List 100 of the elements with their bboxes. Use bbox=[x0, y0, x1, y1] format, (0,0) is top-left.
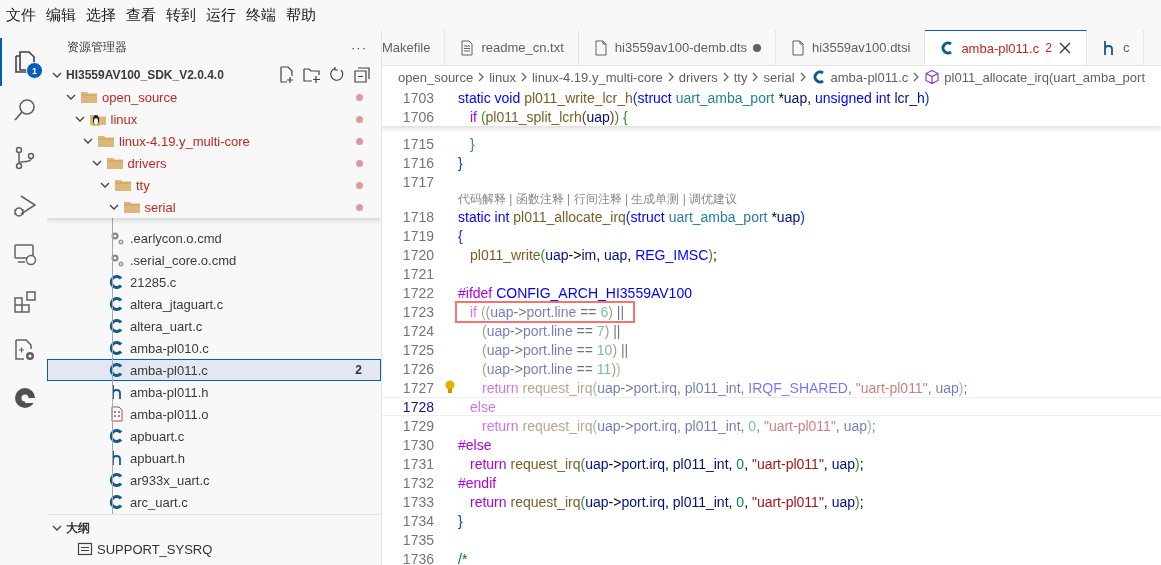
code-line: static void pl011_write_lcr_h(struct uart_amba_port *uap, unsigned int lcr_h) bbox=[458, 89, 930, 106]
file-icon bbox=[592, 39, 609, 56]
cube-icon bbox=[924, 69, 941, 85]
modified-dot bbox=[356, 181, 363, 189]
chevron-right-icon bbox=[666, 71, 675, 83]
binary-file-icon bbox=[108, 406, 126, 422]
folder-icon bbox=[114, 177, 132, 193]
line-number: 1716 bbox=[401, 154, 434, 171]
refresh-icon[interactable] bbox=[328, 66, 346, 84]
chevron-right-icon bbox=[519, 71, 528, 83]
code-line: static int pl011_allocate_irq(struct uart_amba_port *uap) bbox=[458, 208, 805, 225]
line-number: 1703 bbox=[401, 89, 434, 106]
tree-file-row[interactable]: amba-pl011.c 2 bbox=[47, 359, 381, 381]
more-actions-button[interactable]: ··· bbox=[351, 39, 367, 55]
breadcrumb-item[interactable]: drivers bbox=[678, 69, 718, 85]
breadcrumb-item[interactable]: amba-pl011.c bbox=[830, 69, 909, 85]
file-icon bbox=[790, 39, 807, 56]
new-folder-icon[interactable] bbox=[303, 66, 321, 84]
workspace-folder-title[interactable]: HI3559AV100_SDK_V2.0.4.0 bbox=[66, 68, 278, 82]
folder-icon bbox=[105, 155, 124, 171]
folder-icon bbox=[97, 133, 115, 149]
tree-folder-row[interactable]: open_source bbox=[47, 86, 381, 108]
line-number: 1734 bbox=[401, 512, 434, 529]
extensions-icon bbox=[11, 289, 38, 315]
line-number: 1719 bbox=[401, 227, 434, 244]
menu-item[interactable]: 终端 bbox=[246, 5, 284, 25]
line-number: 1733 bbox=[401, 493, 434, 510]
editor-tab[interactable]: amba-pl011.c 2 bbox=[925, 30, 1087, 65]
code-line: #ifdef CONFIG_ARCH_HI3559AV100 bbox=[458, 284, 692, 301]
code-line: if ((uap->port.line == 6) || bbox=[458, 303, 633, 320]
line-number: 1726 bbox=[401, 360, 434, 377]
menu-item[interactable]: 编辑 bbox=[46, 5, 84, 25]
tree-file-row[interactable]: altera_jtaguart.c bbox=[47, 293, 381, 315]
menu-item[interactable]: 查看 bbox=[126, 5, 164, 25]
tree-file-row[interactable]: apbuart.c bbox=[47, 425, 381, 447]
tree-folder-row[interactable]: serial bbox=[47, 196, 381, 218]
modified-dot bbox=[356, 137, 363, 145]
modified-dot bbox=[356, 203, 363, 211]
tree-file-row[interactable]: amba-pl011.o bbox=[47, 403, 381, 425]
tree-folder-row[interactable]: tty bbox=[47, 174, 381, 196]
code-line: return request_irq(uap->port.irq, pl011_int, 0, "uart-pl011", uap); bbox=[469, 493, 864, 510]
breadcrumb-item[interactable]: serial bbox=[763, 69, 795, 85]
code-line: (uap->port.line == 10) || bbox=[481, 341, 629, 358]
tree-file-row[interactable]: amba-pl011.h bbox=[47, 381, 381, 403]
breadcrumb-item[interactable]: open_source bbox=[398, 69, 474, 85]
menu-item[interactable]: 运行 bbox=[206, 5, 244, 25]
modified-dot bbox=[356, 159, 363, 167]
outline-title[interactable]: 大纲 bbox=[66, 519, 90, 537]
tree-file-row[interactable]: .earlycon.o.cmd bbox=[47, 227, 381, 249]
line-number: 1724 bbox=[401, 322, 434, 339]
chevron-right-icon bbox=[721, 71, 730, 83]
line-number: 1706 bbox=[401, 108, 434, 125]
folder-icon bbox=[80, 89, 98, 105]
tree-file-row[interactable]: altera_uart.c bbox=[47, 315, 381, 337]
line-number: 1732 bbox=[401, 474, 434, 491]
tree-file-row[interactable]: apbuart.h bbox=[47, 447, 381, 469]
tree-file-row[interactable]: .serial_core.o.cmd bbox=[47, 249, 381, 271]
editor-tab[interactable]: Makefile bbox=[382, 30, 446, 65]
breadcrumb-item[interactable]: linux bbox=[489, 69, 516, 85]
code-line: (uap->port.line == 7) || bbox=[481, 322, 621, 339]
editor-tab[interactable]: readme_cn.txt bbox=[445, 30, 579, 65]
code-line: #endif bbox=[458, 474, 497, 491]
chevron-right-icon bbox=[798, 71, 807, 83]
code-line: return request_irq(uap->port.irq, pl011_int, 0, "uart-pl011", uap); bbox=[469, 455, 864, 472]
tree-file-row[interactable]: arc_uart.c bbox=[47, 491, 381, 513]
text-file-icon bbox=[459, 39, 476, 56]
new-file-icon[interactable] bbox=[278, 66, 296, 84]
chevron-right-icon bbox=[751, 71, 760, 83]
lightbulb-icon[interactable] bbox=[445, 380, 455, 394]
code-lens-actions[interactable]: 代码解释 | 函数注释 | 行间注释 | 生成单测 | 调优建议 bbox=[458, 190, 738, 208]
panel-title: 资源管理器 bbox=[67, 38, 127, 56]
line-number: 1736 bbox=[401, 550, 434, 565]
tree-folder-row[interactable]: linux-4.19.y_multi-core bbox=[47, 130, 381, 152]
menu-item[interactable]: 文件 bbox=[6, 5, 44, 25]
breadcrumb-item[interactable]: linux-4.19.y_multi-core bbox=[531, 69, 663, 85]
menu-item[interactable]: 转到 bbox=[166, 5, 204, 25]
notification-badge: 1 bbox=[26, 62, 43, 79]
outline-item[interactable]: SUPPORT_SYSRQ bbox=[97, 541, 213, 557]
editor-tab[interactable]: c bbox=[1086, 30, 1145, 65]
problem-count: 2 bbox=[1045, 41, 1052, 55]
line-number: 1735 bbox=[401, 531, 434, 548]
run-debug-icon bbox=[11, 193, 38, 219]
collapse-all-icon[interactable] bbox=[353, 66, 371, 84]
code-line: #else bbox=[458, 436, 492, 453]
tree-file-row[interactable]: ar933x_uart.c bbox=[47, 469, 381, 491]
menu-item[interactable]: 帮助 bbox=[286, 5, 324, 25]
tree-file-row[interactable]: amba-pl010.c bbox=[47, 337, 381, 359]
line-number: 1717 bbox=[401, 173, 434, 190]
menu-item[interactable]: 选择 bbox=[86, 5, 124, 25]
breadcrumb-item[interactable]: pl011_allocate_irq(uart_amba_port bbox=[944, 69, 1145, 85]
line-number: 1721 bbox=[401, 265, 434, 282]
code-line: (uap->port.line == 11)) bbox=[481, 360, 621, 377]
line-number: 1725 bbox=[401, 341, 434, 358]
close-icon[interactable] bbox=[1057, 41, 1072, 55]
breadcrumb-item[interactable]: tty bbox=[733, 69, 748, 85]
tree-folder-row[interactable]: drivers bbox=[47, 152, 381, 174]
tree-file-row[interactable]: 21285.c bbox=[47, 271, 381, 293]
line-number: 1728 bbox=[401, 398, 434, 415]
tree-folder-row[interactable]: linux bbox=[47, 108, 381, 130]
editor-tab[interactable]: hi3559av100-demb.dts bbox=[578, 30, 777, 65]
